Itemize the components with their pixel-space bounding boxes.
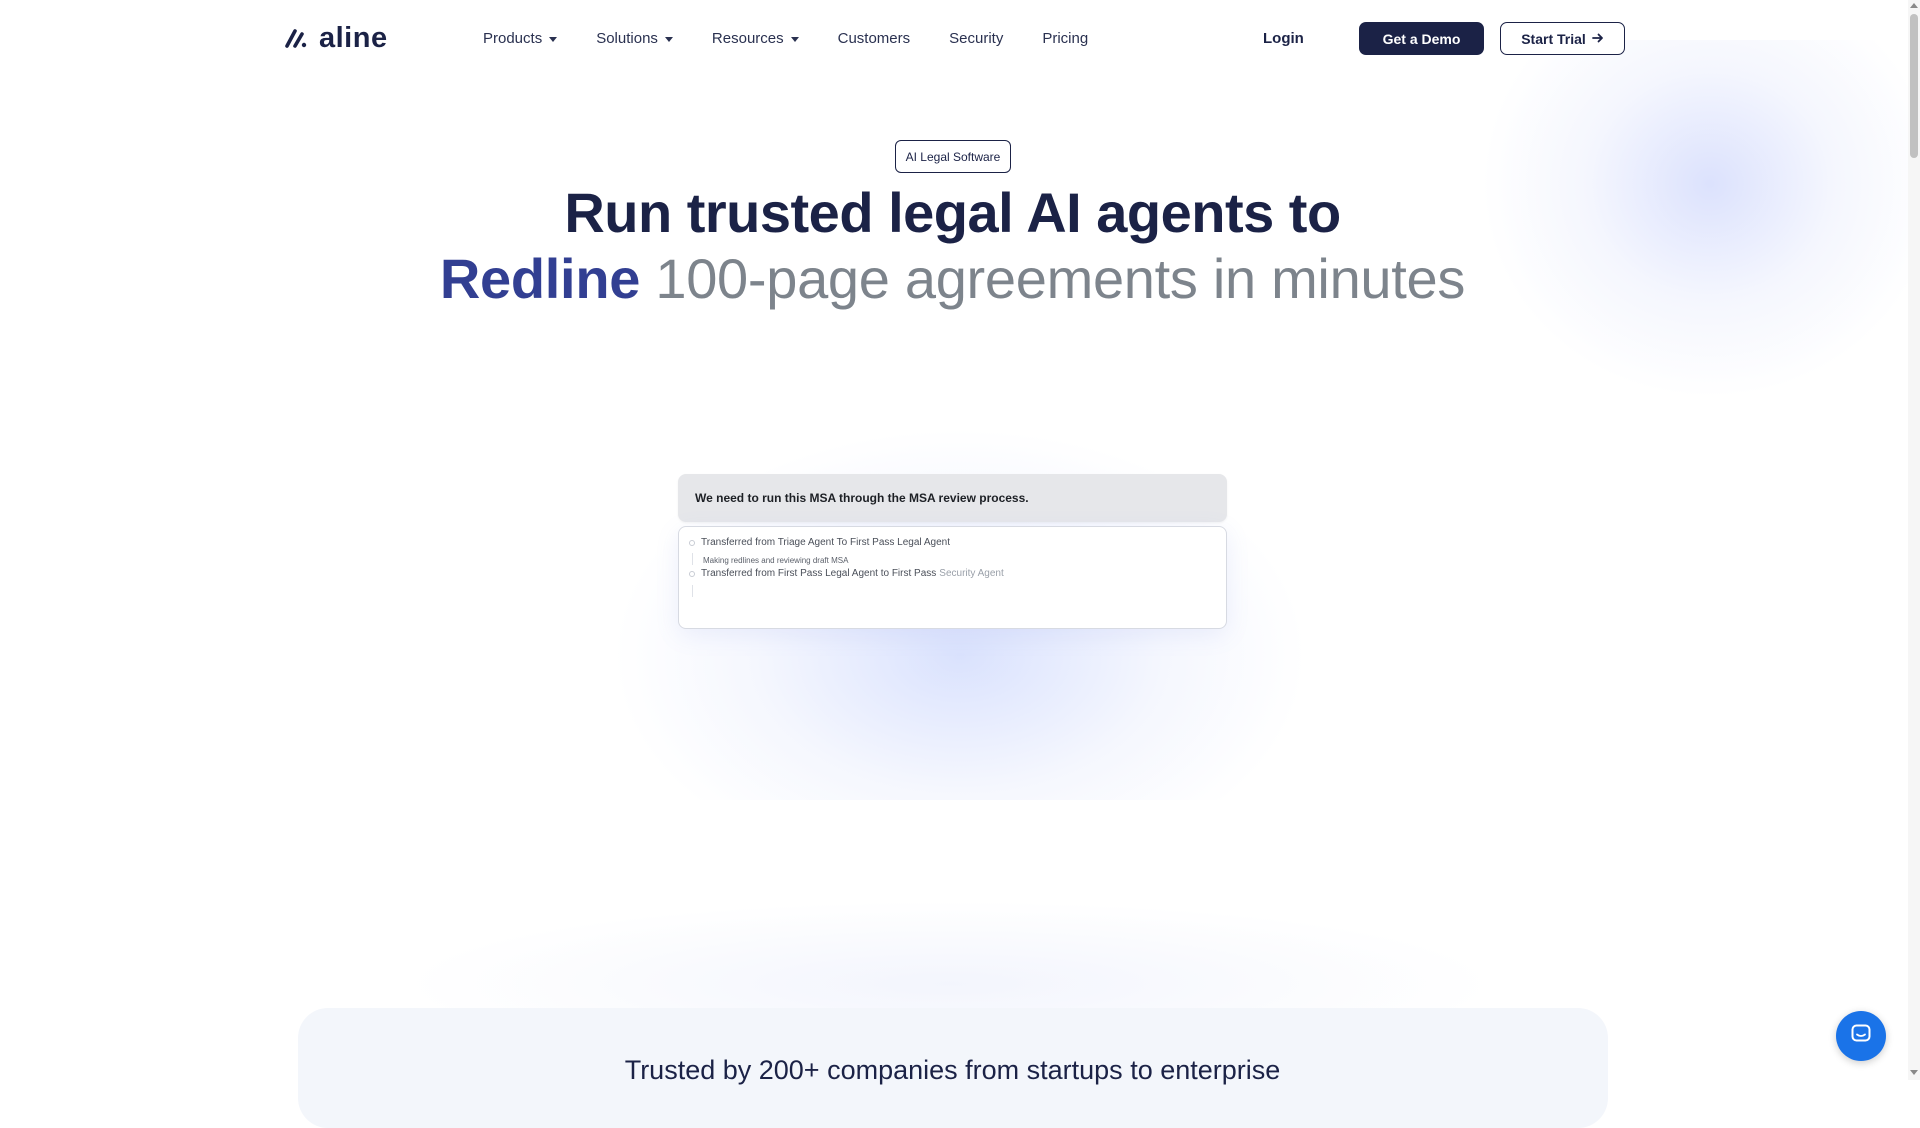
hero-headline: Run trusted legal AI agents to — [564, 181, 1341, 244]
nav-item-label: Pricing — [1042, 30, 1089, 47]
login-link[interactable]: Login — [1263, 29, 1304, 49]
chat-bubble-icon — [1849, 1022, 1873, 1051]
trusted-by-title: Trusted by 200+ companies from startups … — [624, 1055, 1281, 1085]
log-entry-text: Transferred from Triage Agent To First P… — [701, 537, 951, 548]
agent-status-icon — [689, 570, 695, 577]
nav-item-customers[interactable]: Customers — [838, 29, 911, 49]
primary-nav: Products Solutions Resources Customers S… — [483, 29, 1127, 49]
get-demo-button[interactable]: Get a Demo — [1359, 22, 1484, 55]
scroll-up-arrow-icon[interactable] — [1910, 3, 1918, 8]
agent-activity-log: Transferred from Triage Agent To First P… — [678, 526, 1227, 629]
nav-item-label: Customers — [837, 30, 911, 47]
log-timeline-line — [692, 585, 693, 597]
log-entry-text-fading: Security Agent — [939, 568, 1004, 579]
hero-subheadline-rest: 100-page agreements in minutes — [655, 247, 1466, 310]
hero-accent-word: Redline — [439, 247, 641, 310]
start-trial-label: Start Trial — [1521, 30, 1586, 47]
aline-logo-icon — [283, 23, 309, 54]
chat-launcher-button[interactable] — [1836, 1011, 1886, 1061]
nav-item-label: Resources — [711, 30, 784, 47]
scroll-down-arrow-icon[interactable] — [1910, 1070, 1918, 1075]
nav-item-resources[interactable]: Resources — [712, 29, 799, 49]
log-entry-detail: Making redlines and reviewing draft MSA — [703, 556, 849, 565]
caret-down-icon — [549, 36, 558, 42]
demo-prompt-text: We need to run this MSA through the MSA … — [695, 491, 1029, 505]
start-trial-button[interactable]: Start Trial — [1500, 22, 1625, 55]
log-entry: Transferred from Triage Agent To First P… — [689, 537, 950, 548]
caret-down-icon — [790, 36, 799, 42]
log-entry: Transferred from First Pass Legal Agent … — [689, 568, 1004, 579]
log-timeline-line — [692, 553, 693, 565]
page-scrollbar[interactable] — [1908, 0, 1920, 1080]
nav-item-pricing[interactable]: Pricing — [1042, 29, 1088, 49]
brand-logo[interactable]: aline — [283, 22, 388, 54]
get-demo-label: Get a Demo — [1382, 30, 1461, 47]
nav-item-products[interactable]: Products — [483, 29, 558, 49]
agent-status-icon — [689, 539, 695, 546]
demo-prompt-bubble: We need to run this MSA through the MSA … — [678, 474, 1227, 522]
nav-item-label: Products — [483, 30, 543, 47]
background-glow-bottom — [400, 900, 1500, 1020]
arrow-right-icon — [1591, 31, 1604, 47]
nav-item-solutions[interactable]: Solutions — [596, 29, 673, 49]
top-navigation: aline Products Solutions Resources Custo… — [0, 0, 1910, 78]
scrollbar-thumb[interactable] — [1910, 14, 1918, 158]
nav-item-label: Security — [949, 30, 1004, 47]
caret-down-icon — [664, 36, 673, 42]
nav-item-label: Solutions — [596, 30, 658, 47]
hero-badge: AI Legal Software — [895, 140, 1011, 173]
hero-subheadline: Redline 100-page agreements in minutes — [0, 246, 1905, 312]
brand-name: aline — [319, 22, 388, 54]
log-entry-text: Transferred from First Pass Legal Agent … — [701, 568, 937, 579]
nav-item-security[interactable]: Security — [949, 29, 1003, 49]
